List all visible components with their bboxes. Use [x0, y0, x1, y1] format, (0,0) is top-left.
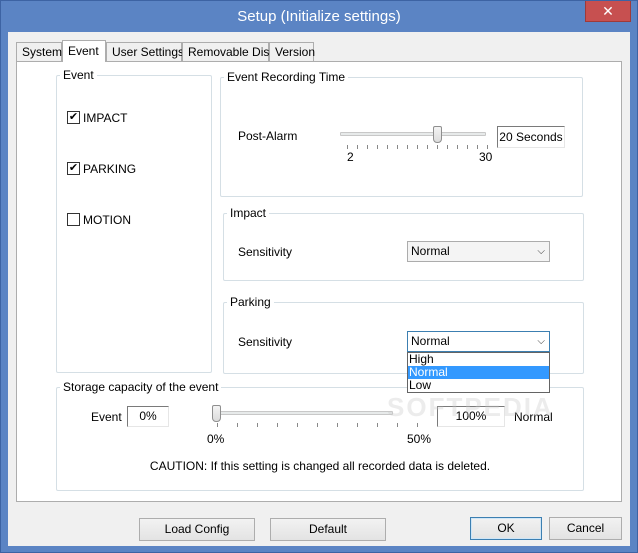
storage-normal-value-field[interactable]: 100% — [437, 406, 505, 427]
tab-event[interactable]: Event — [62, 40, 106, 62]
tick-mark — [217, 423, 218, 427]
tick-mark — [487, 145, 488, 149]
tick-mark — [277, 423, 278, 427]
setup-window: Setup (Initialize settings) ✕ System Eve… — [0, 0, 638, 553]
chevron-down-icon: ⌵ — [537, 246, 545, 257]
event-group-title: Event — [63, 68, 94, 82]
storage-slider-min: 0% — [207, 432, 225, 446]
post-alarm-label: Post-Alarm — [238, 129, 298, 143]
tick-mark — [357, 145, 358, 149]
tick-mark — [417, 145, 418, 149]
tick-mark — [397, 145, 398, 149]
post-alarm-max: 30 — [479, 150, 493, 164]
tick-mark — [387, 145, 388, 149]
check-icon: ✔ — [68, 162, 79, 174]
impact-checkbox[interactable]: ✔ — [67, 111, 80, 124]
parking-group-title: Parking — [230, 295, 271, 309]
recording-time-title: Event Recording Time — [227, 70, 346, 84]
ok-button[interactable]: OK — [470, 517, 542, 540]
tab-user-settings[interactable]: User Settings — [106, 42, 184, 61]
tick-mark — [347, 145, 348, 149]
window-title: Setup (Initialize settings) — [237, 8, 401, 25]
tick-mark — [427, 145, 428, 149]
tick-mark — [377, 423, 378, 427]
storage-group: Storage capacity of the event — [56, 381, 584, 491]
post-alarm-min: 2 — [347, 150, 354, 164]
parking-sensitivity-value: Normal — [411, 334, 450, 348]
impact-group-title: Impact — [230, 206, 267, 220]
load-config-button[interactable]: Load Config — [139, 518, 255, 541]
tab-removable-disk[interactable]: Removable Disk — [182, 42, 275, 61]
tick-mark — [237, 423, 238, 427]
caution-text: CAUTION: If this setting is changed all … — [149, 459, 491, 473]
storage-normal-label: Normal — [514, 410, 553, 424]
tab-version[interactable]: Version — [269, 42, 315, 61]
event-tab-panel: SOFTPEDIA Event ✔ IMPACT ✔ PARKING MOTIO… — [16, 61, 622, 502]
parking-checkbox[interactable]: ✔ — [67, 162, 80, 175]
impact-sensitivity-value: Normal — [411, 244, 450, 258]
post-alarm-slider-track[interactable] — [340, 132, 486, 136]
tick-mark — [397, 423, 398, 427]
tick-mark — [367, 145, 368, 149]
storage-group-title: Storage capacity of the event — [63, 380, 219, 394]
post-alarm-value-field[interactable]: 20 Seconds — [497, 126, 565, 148]
tick-mark — [417, 423, 418, 427]
parking-sensitivity-label: Sensitivity — [238, 335, 293, 349]
storage-slider-thumb[interactable] — [212, 405, 221, 422]
tick-mark — [297, 423, 298, 427]
tick-mark — [407, 145, 408, 149]
close-button[interactable]: ✕ — [585, 1, 631, 22]
storage-event-value-field[interactable]: 0% — [127, 406, 169, 427]
parking-sensitivity-select[interactable]: Normal ⌵ — [407, 331, 550, 352]
close-icon: ✕ — [602, 3, 614, 19]
tick-mark — [257, 423, 258, 427]
chevron-down-icon: ⌵ — [537, 336, 545, 347]
tab-system[interactable]: System — [16, 42, 62, 61]
check-icon: ✔ — [68, 111, 79, 123]
motion-label: MOTION — [83, 213, 131, 227]
storage-event-label: Event — [91, 410, 122, 424]
tick-mark — [447, 145, 448, 149]
storage-ticks — [217, 423, 418, 428]
post-alarm-slider-thumb[interactable] — [433, 126, 442, 143]
motion-checkbox[interactable] — [67, 213, 80, 226]
parking-sensitivity-dropdown: High Normal Low — [407, 352, 550, 393]
tick-mark — [357, 423, 358, 427]
impact-sensitivity-label: Sensitivity — [238, 245, 293, 259]
storage-slider-max: 50% — [407, 432, 432, 446]
dialog-client: System Event User Settings Removable Dis… — [8, 32, 630, 546]
default-button[interactable]: Default — [270, 518, 386, 541]
tick-mark — [467, 145, 468, 149]
tick-mark — [317, 423, 318, 427]
option-low[interactable]: Low — [408, 379, 549, 392]
tick-mark — [437, 145, 438, 149]
parking-label: PARKING — [83, 162, 137, 176]
tick-mark — [337, 423, 338, 427]
impact-label: IMPACT — [83, 111, 128, 125]
impact-sensitivity-select[interactable]: Normal ⌵ — [407, 241, 550, 262]
tick-mark — [377, 145, 378, 149]
cancel-button[interactable]: Cancel — [549, 517, 622, 540]
tick-mark — [477, 145, 478, 149]
post-alarm-ticks — [347, 145, 488, 150]
tick-mark — [457, 145, 458, 149]
storage-slider-track[interactable] — [213, 411, 393, 415]
